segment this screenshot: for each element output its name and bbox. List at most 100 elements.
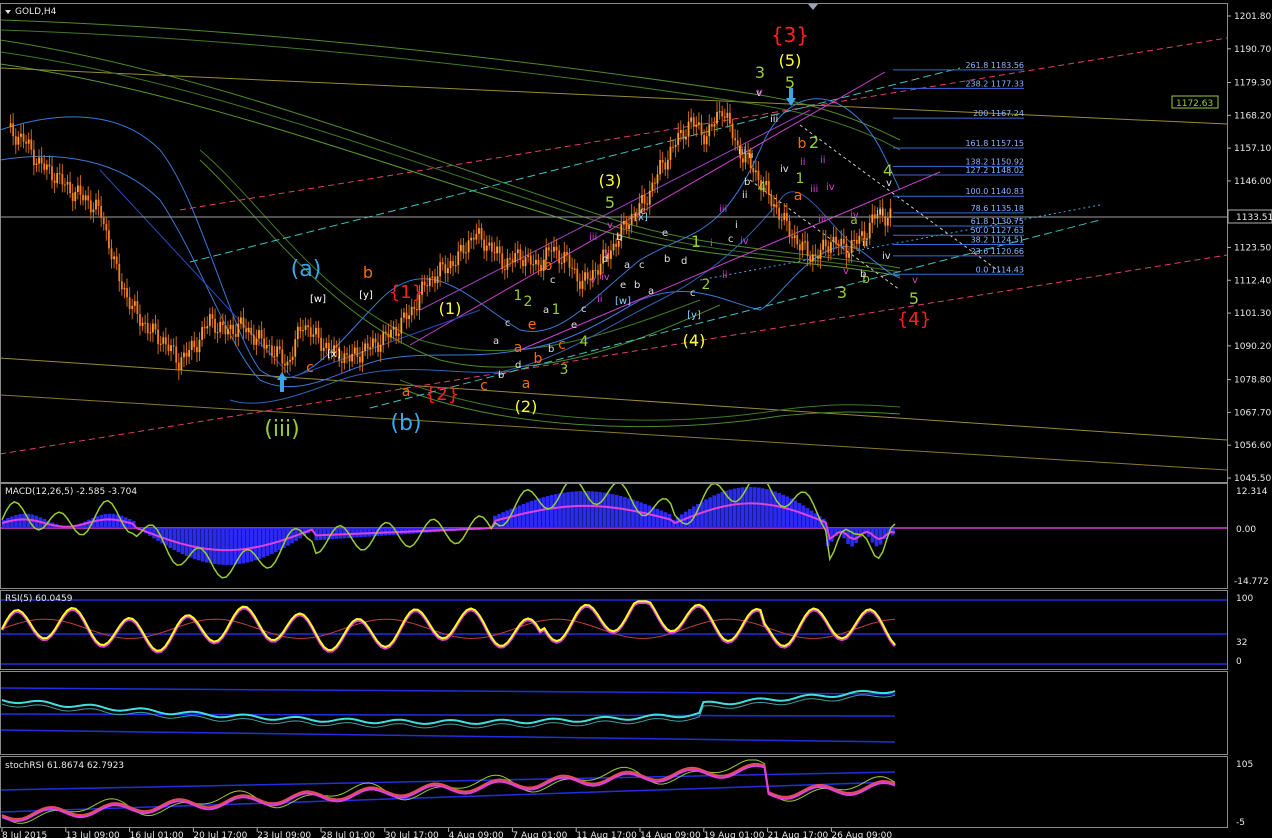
svg-text:b: b: [744, 177, 750, 188]
macd-bar: [578, 491, 583, 528]
price-candle: [79, 185, 82, 195]
price-candle: [84, 195, 87, 201]
price-candle: [74, 191, 77, 202]
price-candle: [573, 268, 576, 270]
time-tick-label: 16 Jul 01:00: [130, 831, 184, 838]
price-candle: [371, 338, 374, 348]
price-candle: [136, 301, 139, 315]
macd-level-top: 12.314: [1236, 487, 1268, 497]
fib-label: 50.0 1127.63: [971, 226, 1024, 235]
price-candle: [679, 130, 682, 133]
macd-bar: [322, 528, 327, 540]
price-candle: [43, 163, 46, 170]
macd-bar: [221, 528, 225, 565]
price-candle: [511, 259, 514, 263]
fibonacci-levels[interactable]: 261.8 1183.56 238.2 1177.33 200 1167.24 161…: [893, 61, 1024, 275]
wave-label: [y]: [687, 310, 701, 321]
price-candle: [721, 111, 724, 117]
price-candle: [346, 353, 348, 355]
time-tick-label: 21 Aug 17:00: [768, 831, 829, 838]
macd-bar: [793, 500, 798, 528]
scroll-marker-icon[interactable]: [808, 4, 818, 10]
price-candle: [457, 251, 460, 266]
price-candle: [126, 288, 128, 298]
macd-bar: [278, 528, 282, 551]
price-candle: [255, 338, 258, 345]
wave-label: 3: [755, 63, 765, 82]
svg-text:a: a: [624, 260, 630, 271]
price-candle: [462, 245, 465, 254]
price-series: [9, 101, 892, 381]
macd-bar: [610, 494, 615, 528]
price-candle: [413, 306, 416, 310]
svg-text:e: e: [662, 228, 668, 239]
macd-bar: [273, 528, 278, 553]
price-candle: [796, 235, 799, 245]
price-candle: [340, 361, 343, 363]
panel-frames: [0, 3, 1228, 828]
macd-bar: [830, 528, 834, 542]
price-candle: [242, 317, 245, 329]
wave-label: 1: [552, 302, 561, 318]
price-candle: [465, 252, 467, 254]
price-candle: [496, 246, 498, 254]
price-candle: [687, 121, 690, 137]
price-candle: [188, 350, 191, 357]
price-candle: [436, 276, 439, 284]
macd-bar: [623, 497, 627, 528]
price-candle: [858, 235, 861, 244]
macd-bar: [549, 495, 554, 528]
price-candle: [654, 182, 656, 184]
price-candle: [167, 344, 170, 352]
svg-text:iv: iv: [850, 210, 859, 221]
wave-label: c: [558, 337, 566, 353]
svg-text:c: c: [550, 275, 556, 286]
macd-bar: [594, 491, 599, 528]
svg-text:ii: ii: [748, 150, 754, 161]
time-tick-label: 19 Aug 01:00: [704, 831, 765, 838]
macd-bar: [801, 505, 806, 528]
macd-level-bottom: -14.772: [1234, 577, 1269, 587]
wave-label: 4: [758, 180, 767, 196]
wave-label: a: [514, 340, 523, 356]
price-candle: [822, 239, 825, 250]
wave-label: (a): [291, 257, 322, 282]
symbol-title: GOLD,H4: [5, 7, 57, 17]
price-candle: [757, 170, 760, 181]
macd-bar: [6, 517, 10, 528]
price-candle: [95, 199, 97, 210]
price-candle: [139, 314, 141, 326]
price-candle: [113, 256, 116, 260]
svg-text:d: d: [681, 256, 687, 267]
price-candle: [69, 181, 72, 194]
wave-label: b: [798, 136, 807, 152]
macd-bar: [712, 495, 716, 528]
wave-label: 5: [605, 193, 615, 212]
price-candle: [444, 264, 447, 274]
price-candle: [610, 250, 612, 259]
price-candle: [788, 220, 791, 237]
price-candle: [594, 270, 597, 272]
wave-label: {4}: [897, 309, 931, 330]
macd-bar: [635, 500, 639, 528]
price-candle: [524, 256, 527, 267]
price-candle: [239, 317, 242, 324]
price-candle: [100, 205, 103, 218]
macd-bar: [200, 528, 205, 562]
wave-label: [x]: [327, 349, 341, 360]
trading-chart[interactable]: 261.8 1183.56238.2 1177.33200 1167.24161…: [0, 0, 1272, 838]
price-candle: [64, 184, 66, 186]
macd-bar: [269, 528, 274, 555]
wave-label: 2: [702, 277, 711, 293]
macd-bar: [176, 528, 181, 553]
price-candle: [291, 356, 294, 360]
rsi-panel[interactable]: [0, 590, 1228, 670]
price-candle: [146, 323, 149, 334]
price-candle: [439, 262, 442, 277]
time-axis: 8 Jul 2015 13 Jul 09:00 16 Jul 01:00 20 Jul…: [1, 828, 892, 838]
price-candle: [586, 272, 589, 280]
stochrsi-level-top: 105: [1236, 760, 1253, 770]
price-candle: [485, 245, 488, 251]
price-candle: [447, 268, 449, 274]
wave-label: 2: [524, 294, 533, 310]
